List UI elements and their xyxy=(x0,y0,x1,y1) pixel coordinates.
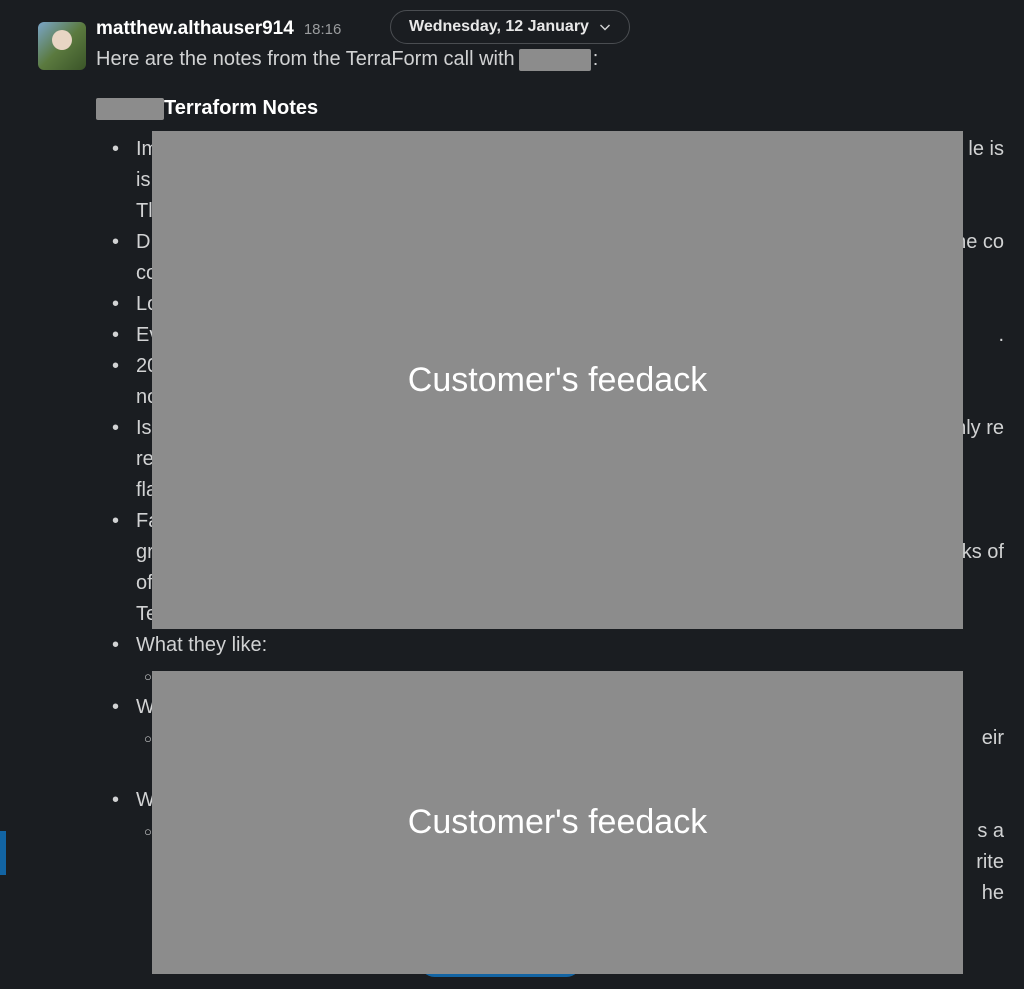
username[interactable]: matthew.althauser914 xyxy=(96,18,294,40)
date-divider-pill[interactable]: Wednesday, 12 January xyxy=(390,10,630,44)
unread-indicator xyxy=(0,831,6,875)
avatar[interactable] xyxy=(38,22,86,70)
overlay-label: Customer's feedack xyxy=(408,803,707,842)
redacted-company xyxy=(96,98,164,120)
redaction-overlay: Customer's feedack xyxy=(152,671,963,974)
redacted-name xyxy=(519,49,591,71)
date-divider-label: Wednesday, 12 January xyxy=(409,18,589,36)
timestamp[interactable]: 18:16 xyxy=(304,21,342,38)
redaction-overlay: Customer's feedack xyxy=(152,131,963,629)
notes-title: Terraform Notes xyxy=(164,93,318,124)
intro-text-suffix: : xyxy=(593,44,599,75)
chevron-down-icon xyxy=(599,21,611,33)
overlay-label: Customer's feedack xyxy=(408,361,707,400)
intro-text-prefix: Here are the notes from the TerraForm ca… xyxy=(96,44,515,75)
